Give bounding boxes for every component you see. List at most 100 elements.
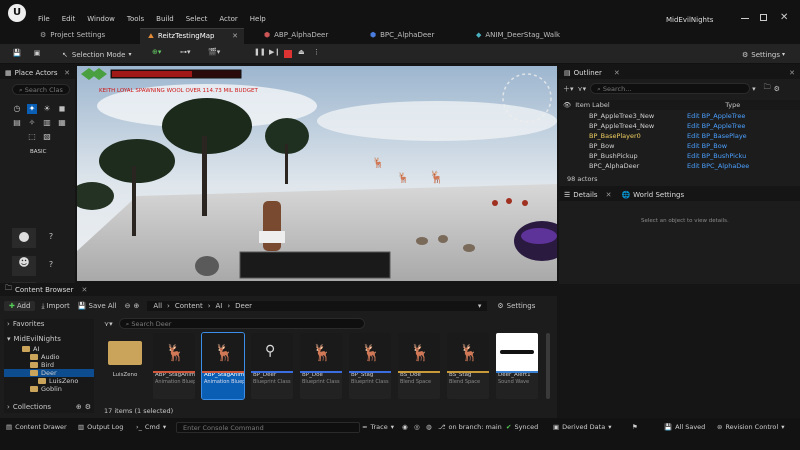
close-window-icon[interactable]: ✕ [789, 69, 795, 77]
outliner-row[interactable]: BP_AppleTree3_New Edit BP_AppleTree [559, 111, 800, 121]
derived-data-button[interactable]: ▣ Derived Data ▾ [553, 423, 611, 431]
outliner-row[interactable]: BP_BasePlayer0 Edit BP_BasePlaye [559, 131, 800, 141]
breadcrumb-item[interactable]: Deer [235, 302, 252, 310]
asset-scrollbar[interactable] [546, 333, 550, 399]
minimize-icon[interactable] [741, 18, 749, 19]
console-input[interactable]: Enter Console Command [176, 422, 360, 433]
menu-build[interactable]: Build [156, 15, 174, 23]
favorites-section[interactable]: › Favorites [4, 319, 94, 329]
breadcrumb-item[interactable]: AI [216, 302, 223, 310]
row-type-link[interactable]: Edit BP_Bow [687, 142, 800, 150]
outliner-row[interactable]: BP_AppleTree4_New Edit BP_AppleTree [559, 121, 800, 131]
sync-indicator[interactable]: ✔ Synced [506, 423, 538, 431]
asset-tile[interactable]: 🦌 BP_Doe Blueprint Class [300, 333, 342, 399]
content-drawer-button[interactable]: ▤ Content Drawer [6, 423, 67, 431]
basic-icon[interactable]: ✦ [27, 104, 37, 114]
all-saved-indicator[interactable]: 💾 All Saved [664, 423, 705, 431]
trace-button[interactable]: ≈ Trace ▾ [362, 423, 394, 431]
col-item-label[interactable]: Item Label [575, 101, 725, 109]
tree-item-ai[interactable]: AI [4, 345, 94, 353]
add-folder-icon[interactable]: 🗀 [764, 83, 771, 94]
tree-item-goblin[interactable]: Goblin [4, 385, 94, 393]
asset-tile[interactable]: Deer_Alert1 Sound Wave [496, 333, 538, 399]
asset-search-input[interactable]: ⌕ Search Deer [118, 318, 365, 329]
import-button[interactable]: ⤓ Import [41, 302, 69, 311]
lights-icon[interactable]: ☀ [42, 104, 52, 114]
tab-close-icon[interactable]: ✕ [232, 32, 238, 40]
close-icon[interactable]: ✕ [606, 191, 612, 199]
save-all-button[interactable]: 💾 Save All [78, 302, 117, 310]
options-icon[interactable]: ⚙ [85, 403, 91, 411]
row-type-link[interactable]: Edit BPC_AlphaDee [687, 162, 800, 170]
asset-tile[interactable]: 🦌 BP_Stag Blueprint Class [349, 333, 391, 399]
record-icon[interactable]: ◉ [402, 423, 408, 431]
recent-icon[interactable]: ◷ [12, 104, 22, 114]
eject-icon[interactable]: ⏏ [298, 48, 305, 61]
close-icon[interactable]: ✕ [64, 69, 70, 77]
menu-select[interactable]: Select [186, 15, 208, 23]
geometry-icon[interactable]: ⬚ [27, 132, 37, 142]
menu-tools[interactable]: Tools [127, 15, 144, 23]
output-log-button[interactable]: ▥ Output Log [78, 423, 123, 431]
row-type-link[interactable]: Edit BP_AppleTree [687, 122, 800, 130]
visual-fx-icon[interactable]: ✧ [27, 118, 37, 128]
close-icon[interactable]: ✕ [81, 286, 87, 294]
revision-control-button[interactable]: ⊜ Revision Control ▾ [717, 423, 784, 431]
menu-edit[interactable]: Edit [62, 15, 76, 23]
tree-item-deer[interactable]: Deer [4, 369, 94, 377]
row-type-link[interactable]: Edit BP_BushPicku [687, 152, 800, 160]
col-type[interactable]: Type [725, 101, 740, 109]
source-control-icon[interactable]: ⚑ [632, 423, 638, 431]
menu-help[interactable]: Help [250, 15, 266, 23]
asset-tile[interactable]: 🦌 BS_Stag Blend Space [447, 333, 489, 399]
chevron-down-icon[interactable]: ▾ [478, 302, 482, 310]
outliner-row[interactable]: BP_BushPickup Edit BP_BushPicku [559, 151, 800, 161]
selection-mode-button[interactable]: ↖ Selection Mode ▾ [62, 48, 131, 61]
row-type-link[interactable]: Edit BP_BasePlaye [687, 132, 800, 140]
tab-anim-deerstag-walk[interactable]: ◆ ANIM_DeerStag_Walk [468, 28, 568, 44]
asset-tile[interactable]: 🦌 ABP_StagAnim Animation Blueprint [153, 333, 195, 399]
cinematic-icon[interactable]: ▤ [12, 118, 22, 128]
content-icon[interactable]: ▣ [32, 48, 42, 61]
add-collection-icon[interactable]: ⊕ [76, 403, 82, 411]
collections-section[interactable]: › Collections ⊕ ⚙ [7, 403, 91, 411]
row-type-link[interactable]: Edit BP_AppleTree [687, 112, 800, 120]
cinematics-icon[interactable]: 🎬▾ [208, 48, 220, 61]
help-icon[interactable]: ? [46, 260, 56, 270]
asset-tile[interactable]: 🦌 BS_Doe Blend Space [398, 333, 440, 399]
all-classes-icon[interactable]: ▦ [57, 118, 67, 128]
settings-button[interactable]: ⚙ Settings ▾ [742, 48, 785, 61]
outliner-row[interactable]: BPC_AlphaDeer Edit BPC_AlphaDee [559, 161, 800, 171]
actor-item-character[interactable]: ☻ [12, 256, 36, 276]
cmd-dropdown[interactable]: ›_ Cmd ▾ [136, 423, 166, 431]
add-filter-icon[interactable]: ＋▾ [563, 84, 574, 94]
project-root[interactable]: ▾ MidEvilNights [4, 333, 94, 345]
step-icon[interactable]: ▶❙ [269, 48, 280, 61]
filter-icon[interactable]: ⋎▾ [578, 85, 587, 93]
breadcrumb-item[interactable]: Content [175, 302, 203, 310]
maximize-icon[interactable] [760, 14, 767, 21]
tab-abp-alphadeer[interactable]: ⬢ ABP_AlphaDeer [256, 28, 336, 44]
close-icon[interactable]: ✕ [780, 12, 788, 23]
asset-tile-folder[interactable]: LuisZeno [104, 333, 146, 399]
asset-tile-selected[interactable]: 🦌 ABP_StagAnim Animation Blueprint [201, 332, 245, 400]
pause-icon[interactable]: ❚❚ [254, 48, 266, 61]
stop-record-icon[interactable]: ◎ [414, 423, 420, 431]
menu-file[interactable]: File [38, 15, 50, 23]
volumes-icon[interactable]: ▥ [42, 118, 52, 128]
actor-item-empty[interactable] [12, 228, 36, 248]
help-icon[interactable]: ? [46, 232, 56, 242]
asset-tile[interactable]: ⚲ BP_Deer Blueprint Class [251, 333, 293, 399]
breadcrumb-item[interactable]: All [153, 302, 162, 310]
tree-item-bird[interactable]: Bird [4, 361, 94, 369]
blueprint-menu-icon[interactable]: ⊶▾ [180, 48, 191, 61]
more-options-icon[interactable]: ⋮ [313, 48, 320, 61]
menu-window[interactable]: Window [87, 15, 115, 23]
tab-reitz-testing-map[interactable]: ⛰ ReitzTestingMap ✕ [140, 28, 244, 44]
add-actor-icon[interactable]: ⊕▾ [152, 48, 161, 61]
settings-icon[interactable]: ⚙ [774, 85, 780, 93]
forward-icon[interactable]: ⊕ [133, 302, 139, 310]
close-icon[interactable]: ✕ [614, 69, 620, 77]
details-tab[interactable]: Details [573, 191, 597, 199]
tree-item-luiszeno[interactable]: LuisZeno [4, 377, 94, 385]
